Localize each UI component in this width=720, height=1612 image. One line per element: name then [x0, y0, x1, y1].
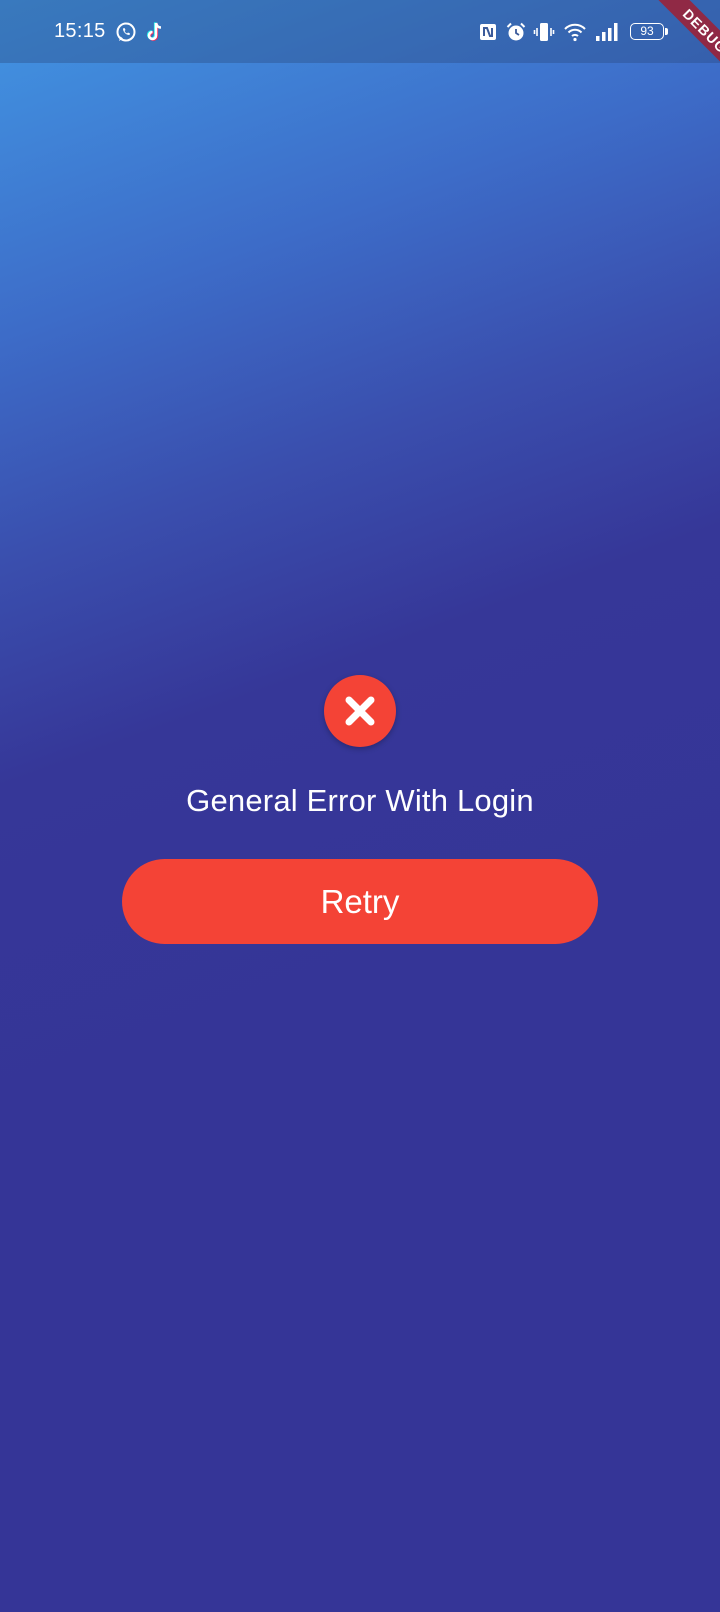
vibrate-icon [532, 20, 556, 44]
whatsapp-icon [114, 20, 138, 44]
retry-button[interactable]: Retry [122, 859, 598, 944]
battery-tip [665, 28, 668, 35]
battery-icon: 93 [630, 23, 664, 40]
nfc-icon [476, 20, 500, 44]
error-message: General Error With Login [186, 783, 534, 818]
status-time: 15:15 [54, 20, 106, 42]
wifi-icon [563, 20, 587, 44]
status-bar: 15:15 93 [0, 0, 720, 63]
tiktok-icon [143, 20, 167, 44]
error-x-icon [324, 675, 396, 747]
alarm-icon [504, 20, 528, 44]
signal-icon [594, 20, 618, 44]
